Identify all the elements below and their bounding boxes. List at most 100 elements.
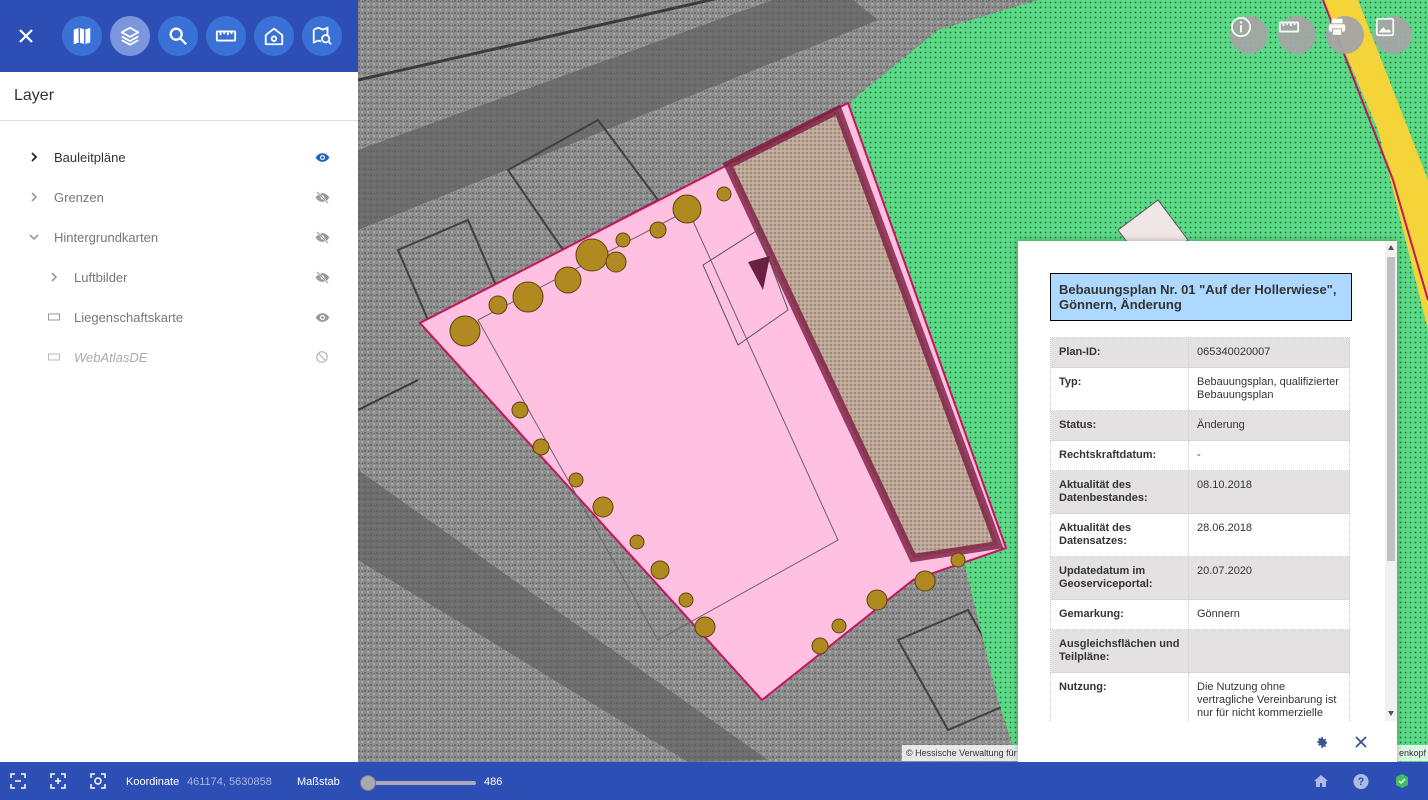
popup-row-key: Status: xyxy=(1050,410,1189,441)
popup-settings-button[interactable] xyxy=(1312,733,1330,751)
blocked-icon xyxy=(313,348,331,366)
popup-row-value xyxy=(1188,629,1350,673)
popup-row-value: - xyxy=(1188,440,1350,471)
zoom-in-extent-icon[interactable] xyxy=(50,773,66,789)
gear-icon xyxy=(1316,736,1327,748)
svg-text:?: ? xyxy=(1358,776,1365,788)
layer-leaf-icon xyxy=(47,310,61,324)
popup-row-value: 065340020007 xyxy=(1188,337,1350,368)
popup-row: Rechtskraftdatum: - xyxy=(1050,440,1350,471)
sidebar-toolbar xyxy=(0,0,358,72)
popup-row-key: Gemarkung: xyxy=(1050,599,1189,630)
info-map-button[interactable] xyxy=(1230,16,1268,54)
image-map-button[interactable] xyxy=(1374,16,1412,54)
popup-attribute-table: Plan-ID: 065340020007 Typ: Bebauungsplan, q… xyxy=(1050,337,1350,721)
close-icon xyxy=(1355,736,1367,748)
popup-row-value: Gönnern xyxy=(1188,599,1350,630)
print-map-button[interactable] xyxy=(1326,16,1364,54)
popup-row: Plan-ID: 065340020007 xyxy=(1050,337,1350,368)
chevron-right-icon[interactable] xyxy=(27,150,41,164)
locate-icon[interactable] xyxy=(90,773,106,789)
building-settings-button[interactable] xyxy=(254,16,294,56)
popup-content[interactable]: Bebauungsplan Nr. 01 "Auf der Hollerwies… xyxy=(1018,241,1385,721)
layer-item-grenzen[interactable]: Grenzen xyxy=(0,177,358,217)
layers-button[interactable] xyxy=(110,16,150,56)
popup-row: Updatedatum im Geoserviceportal: 20.07.20… xyxy=(1050,556,1350,600)
home-icon[interactable] xyxy=(1313,773,1329,789)
popup-row-key: Plan-ID: xyxy=(1050,337,1189,368)
popup-row-key: Typ: xyxy=(1050,367,1189,411)
map-search-button[interactable] xyxy=(302,16,342,56)
popup-row-key: Aktualität des Datenbestandes: xyxy=(1050,470,1189,514)
close-sidebar-button[interactable] xyxy=(12,22,40,50)
popup-row: Gemarkung: Gönnern xyxy=(1050,599,1350,630)
popup-close-button[interactable] xyxy=(1352,733,1370,751)
popup-scrollbar[interactable] xyxy=(1385,241,1397,721)
popup-row-value: Die Nutzung ohne vertragliche Vereinbaru… xyxy=(1188,672,1350,721)
scroll-down-icon[interactable] xyxy=(1388,711,1394,716)
coordinate-value: 461174, 5630858 xyxy=(187,776,272,788)
sidebar: Layer Bauleitpläne Grenzen Hintergrundka… xyxy=(0,0,358,762)
scale-slider-handle[interactable] xyxy=(360,775,377,791)
footer-bar: Koordinate 461174, 5630858 Maßstab 486 ? xyxy=(0,762,1428,800)
popup-row-key: Rechtskraftdatum: xyxy=(1050,440,1189,471)
layer-label: Luftbilder xyxy=(74,269,128,285)
popup-row-value: 28.06.2018 xyxy=(1188,513,1350,557)
map-icon xyxy=(73,27,91,45)
popup-row-key: Aktualität des Datensatzes: xyxy=(1050,513,1189,557)
layer-item-bauleitplaene[interactable]: Bauleitpläne xyxy=(0,137,358,177)
popup-row-value: Änderung xyxy=(1188,410,1350,441)
coordinate-label: Koordinate xyxy=(126,776,180,788)
layer-item-webatlasde[interactable]: WebAtlasDE xyxy=(0,337,358,377)
home-gear-icon xyxy=(264,27,284,46)
popup-row: Aktualität des Datensatzes: 28.06.2018 xyxy=(1050,513,1350,557)
map-attribution-right: enkopf xyxy=(1397,745,1428,761)
popup-row-key: Updatedatum im Geoserviceportal: xyxy=(1050,556,1189,600)
scale-label: Maßstab xyxy=(297,776,340,788)
chevron-right-icon[interactable] xyxy=(47,270,61,284)
popup-scrollbar-thumb[interactable] xyxy=(1387,257,1395,561)
image-icon xyxy=(1375,17,1395,37)
eye-icon[interactable] xyxy=(313,308,331,326)
chevron-right-icon[interactable] xyxy=(27,190,41,204)
popup-row-key: Nutzung: xyxy=(1050,672,1189,721)
measure-button[interactable] xyxy=(206,16,246,56)
zoom-out-extent-icon[interactable] xyxy=(10,773,26,789)
scale-value: 486 xyxy=(484,776,503,788)
help-icon[interactable]: ? xyxy=(1353,773,1369,789)
panel-title: Layer xyxy=(0,72,358,121)
layer-item-luftbilder[interactable]: Luftbilder xyxy=(0,257,358,297)
feature-info-popup: Bebauungsplan Nr. 01 "Auf der Hollerwies… xyxy=(1018,241,1397,762)
app-logo-icon[interactable] xyxy=(1394,773,1410,789)
printer-icon xyxy=(1328,18,1346,36)
search-icon xyxy=(169,27,188,46)
eye-off-icon[interactable] xyxy=(313,188,331,206)
popup-row: Aktualität des Datenbestandes: 08.10.2018 xyxy=(1050,470,1350,514)
popup-row-value: 08.10.2018 xyxy=(1188,470,1350,514)
layer-label: Liegenschaftskarte xyxy=(74,309,184,325)
eye-off-icon[interactable] xyxy=(313,228,331,246)
layer-label: WebAtlasDE xyxy=(74,349,148,365)
popup-row-key: Ausgleichsflächen und Teilpläne: xyxy=(1050,629,1189,673)
popup-row: Nutzung: Die Nutzung ohne vertragliche Ve… xyxy=(1050,672,1350,721)
layer-item-hintergrundkarten[interactable]: Hintergrundkarten xyxy=(0,217,358,257)
scale-slider[interactable] xyxy=(362,781,476,785)
measure-map-button[interactable] xyxy=(1278,16,1316,54)
eye-off-icon[interactable] xyxy=(313,268,331,286)
chevron-down-icon[interactable] xyxy=(27,230,41,244)
ruler-icon xyxy=(215,30,237,42)
search-button[interactable] xyxy=(158,16,198,56)
map-attribution: © Hessische Verwaltung für xyxy=(902,745,1021,761)
layer-item-liegenschaftskarte[interactable]: Liegenschaftskarte xyxy=(0,297,358,337)
map-search-icon xyxy=(312,26,332,45)
map-button[interactable] xyxy=(62,16,102,56)
layer-leaf-icon xyxy=(47,350,61,364)
eye-icon[interactable] xyxy=(313,148,331,166)
close-icon xyxy=(19,29,33,43)
scroll-up-icon[interactable] xyxy=(1388,245,1394,250)
layer-label: Grenzen xyxy=(54,189,104,205)
popup-row-value: Bebauungsplan, qualifizierter Bebauungsp… xyxy=(1188,367,1350,411)
popup-row: Status: Änderung xyxy=(1050,410,1350,441)
layers-icon xyxy=(120,26,140,46)
popup-row: Typ: Bebauungsplan, qualifizierter Bebauu… xyxy=(1050,367,1350,411)
